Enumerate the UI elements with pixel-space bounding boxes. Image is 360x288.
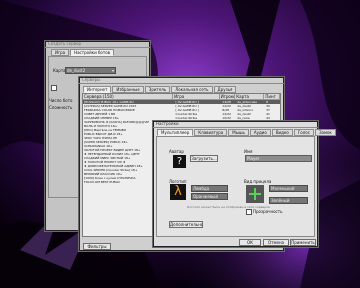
settings-tabs: Мультиплеер Клавиатура Мышь Аудио Видео … xyxy=(157,129,336,136)
tab-keyboard[interactable]: Клавиатура xyxy=(194,129,228,136)
tab-video[interactable]: Видео xyxy=(271,129,293,136)
tab-lan[interactable]: Локальная сеть xyxy=(171,86,213,93)
tab-mouse[interactable]: Мышь xyxy=(228,129,249,136)
map-select[interactable]: de_dust2 ▾ xyxy=(65,67,116,74)
crosshair-color-select[interactable]: Зелёный xyxy=(269,197,308,204)
logo-color-value: Оранжевый xyxy=(193,194,218,199)
filters-button[interactable]: Фильтры xyxy=(83,243,111,250)
avatar-label: Аватар xyxy=(169,149,184,154)
create-server-tabs: Игра Настройки ботов xyxy=(51,49,115,56)
logo-select-value: Лямбда xyxy=(193,186,210,191)
column-header-players[interactable]: Игроки xyxy=(220,94,236,99)
settings-title: Настройки xyxy=(153,121,318,128)
upload-avatar-button[interactable]: Загрузить... xyxy=(190,155,218,162)
settings-window: Настройки Мультиплеер Клавиатура Мышь Ау… xyxy=(152,120,336,248)
servers-tabs: Интернет Избранные Зритель Локальная сет… xyxy=(83,86,237,93)
column-header-game[interactable]: Игра xyxy=(173,94,220,99)
tab-multiplayer[interactable]: Мультиплеер xyxy=(157,129,194,136)
question-mark-icon: ? xyxy=(173,155,186,168)
ok-button[interactable]: ОК xyxy=(239,239,261,246)
name-label: Имя xyxy=(244,149,253,154)
tab-spectator[interactable]: Зритель xyxy=(144,86,171,93)
crosshair-preview xyxy=(246,185,264,203)
apply-button[interactable]: Применить xyxy=(290,239,316,246)
logo-select[interactable]: Лямбда xyxy=(191,185,228,192)
tab-friends[interactable]: Друзья xyxy=(213,86,237,93)
crosshair-size-value: Маленький xyxy=(271,186,295,191)
bot-count-label: Число бото xyxy=(49,98,73,103)
transparency-label: Прозрачность xyxy=(253,209,283,214)
cancel-button[interactable]: Отмена xyxy=(263,239,289,246)
column-header-map[interactable]: Карта xyxy=(235,94,265,99)
tab-voice[interactable]: Голос xyxy=(293,129,314,136)
tab-audio[interactable]: Аудио xyxy=(249,129,271,136)
difficulty-label: Сложность xyxy=(49,105,73,110)
tab-game[interactable]: Игра xyxy=(51,49,70,56)
crosshair-size-select[interactable]: Маленький xyxy=(269,185,308,192)
crosshair-color-value: Зелёный xyxy=(271,198,290,203)
logo-color-select[interactable]: Оранжевый xyxy=(191,193,228,200)
name-input[interactable]: Player xyxy=(245,155,312,162)
column-header-ping[interactable]: Пинг xyxy=(264,94,280,99)
transparency-checkbox[interactable] xyxy=(246,209,252,215)
map-label: Карта xyxy=(53,68,66,73)
lambda-icon: λ xyxy=(170,184,186,200)
column-header-servers[interactable]: Сервера (150) xyxy=(83,94,174,99)
create-server-title: Создать сервер xyxy=(45,41,150,48)
tab-bot-settings[interactable]: Настройки ботов xyxy=(70,49,115,56)
servers-title: Серверы xyxy=(79,77,284,84)
chevron-down-icon: ▾ xyxy=(111,68,114,73)
map-select-value: de_dust2 xyxy=(67,68,86,73)
tab-internet[interactable]: Интернет xyxy=(83,86,112,93)
bots-checkbox[interactable] xyxy=(51,85,57,91)
tab-lock[interactable]: Замок xyxy=(314,129,336,136)
tab-favorites[interactable]: Избранные xyxy=(112,86,144,93)
crosshair-horizontal xyxy=(249,193,261,195)
advanced-button[interactable]: Дополнительно... xyxy=(169,221,203,228)
crosshair-label: Вид прицела xyxy=(244,179,272,184)
